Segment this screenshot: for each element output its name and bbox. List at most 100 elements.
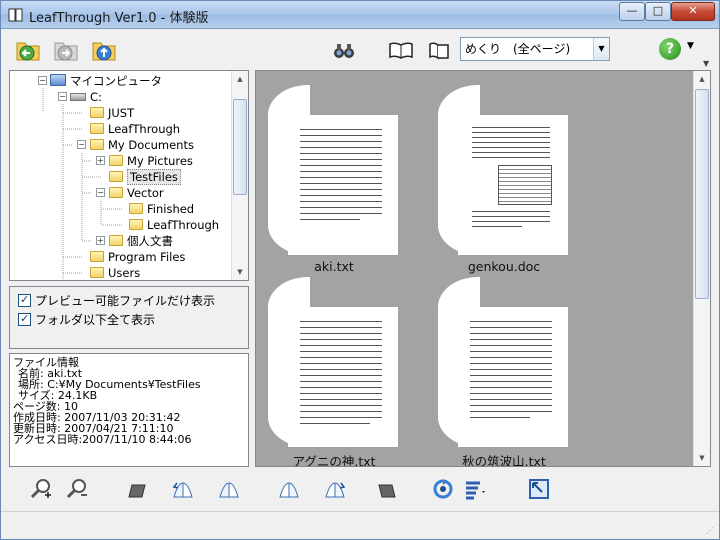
tree-expander[interactable]: − [96,188,105,197]
fit-window-icon[interactable] [527,477,551,501]
file-info-panel: ファイル情報 名前: aki.txt 場所: C:¥My Documents¥T… [9,353,249,467]
window-title: LeafThrough Ver1.0 - 体験版 [29,11,209,26]
tree-expander[interactable]: − [58,92,67,101]
scroll-up-icon[interactable]: ▲ [694,71,710,87]
tree-item-my-computer[interactable]: マイコンピュータ [50,73,162,89]
scrollbar-thumb[interactable] [695,89,709,299]
checkbox-checked-icon[interactable] [18,311,31,327]
thumbnail-label: aki.txt [314,259,354,274]
help-icon[interactable]: ? [659,38,681,60]
tree-item-just[interactable]: JUST [90,105,134,121]
tree-item-program-files[interactable]: Program Files [90,249,185,265]
folder-icon [109,235,123,246]
thumbnail-label: genkou.doc [467,259,541,274]
tree-item-label: TestFiles [127,169,181,185]
tree-item-label: My Documents [108,138,194,152]
last-page-icon[interactable] [375,477,399,501]
tree-item-vector[interactable]: Vector [109,185,164,201]
toolbar-overflow-icon[interactable]: ▼ [703,59,709,68]
tree-item-label: Users [108,266,141,280]
checkbox-label: プレビュー可能ファイルだけ表示 [35,294,216,308]
flip-forward-icon[interactable] [277,477,301,501]
open-book-icon[interactable] [388,37,414,63]
bottom-toolbar [9,469,711,509]
tree-item-label: Finished [147,202,195,216]
app-icon [8,8,23,22]
tree-expander[interactable]: − [77,140,86,149]
zoom-in-icon[interactable] [29,477,53,501]
resize-grip-icon[interactable]: ⋰ [706,526,716,536]
folder-icon [90,267,104,278]
title-bar[interactable]: LeafThrough Ver1.0 - 体験版 — □ ✕ [1,1,719,29]
tree-expander[interactable]: − [38,76,47,85]
app-window: LeafThrough Ver1.0 - 体験版 — □ ✕ めくり (全ページ… [0,0,720,540]
thumbnail-view[interactable]: aki.txt genkou.doc アグニの神.txt 秋の筑波山.txt ▲… [255,70,711,467]
folder-icon [129,219,143,230]
close-button[interactable]: ✕ [671,2,715,21]
folder-icon [109,155,123,166]
auto-flip-icon[interactable] [431,477,455,501]
thumbnail-aki[interactable] [268,85,398,255]
folder-icon [90,107,104,118]
minimize-button[interactable]: — [619,2,645,21]
document-page-icon [288,115,398,255]
thumbnail-label: 秋の筑波山.txt [462,454,546,467]
view-mode-select[interactable]: めくり (全ページ) ▼ [460,37,610,61]
file-info-accessed: アクセス日時:2007/11/10 8:44:06 [13,433,192,446]
folder-open-icon [109,171,123,182]
maximize-button[interactable]: □ [645,2,671,21]
tree-expander[interactable]: + [96,156,105,165]
forward-folder-icon[interactable] [53,37,79,63]
folder-tree[interactable]: − マイコンピュータ − C: JUST LeafThrough − My Do… [9,70,249,281]
tree-item-label: C: [90,90,102,104]
flip-forward-fast-icon[interactable] [323,477,347,501]
folder-icon [90,123,104,134]
tree-item-personal-docs[interactable]: 個人文書 [109,233,173,249]
page-list-icon[interactable] [463,477,487,501]
show-subfolders-checkbox[interactable]: フォルダ以下全て表示 [18,311,156,328]
tree-item-my-pictures[interactable]: My Pictures [109,153,193,169]
scroll-up-icon[interactable]: ▲ [232,71,248,87]
drive-icon [70,93,86,101]
view-mode-value: めくり (全ページ) [465,42,571,56]
thumbnail-scrollbar[interactable]: ▲ ▼ [693,71,710,466]
filter-options: プレビュー可能ファイルだけ表示 フォルダ以下全て表示 [9,286,249,349]
tree-item-finished[interactable]: Finished [129,201,194,217]
tree-scrollbar[interactable]: ▲ ▼ [231,71,248,280]
scroll-down-icon[interactable]: ▼ [232,264,248,280]
first-page-icon[interactable] [125,477,149,501]
thumbnail-genkou[interactable] [438,85,568,255]
help-menu-arrow-icon[interactable]: ▼ [687,41,694,51]
tree-item-c-drive[interactable]: C: [70,89,102,105]
tree-expander[interactable]: + [96,236,105,245]
checkbox-label: フォルダ以下全て表示 [35,313,156,327]
scroll-down-icon[interactable]: ▼ [694,450,710,466]
single-page-book-icon[interactable] [426,37,452,63]
folder-icon [90,251,104,262]
tree-item-testfiles[interactable]: TestFiles [109,169,181,185]
folder-icon [129,203,143,214]
tree-item-label: JUST [108,106,135,120]
up-folder-icon[interactable] [91,37,117,63]
chevron-down-icon[interactable]: ▼ [593,38,609,60]
tree-item-label: Vector [127,186,164,200]
tree-item-leafthrough-sub[interactable]: LeafThrough [129,217,219,233]
tree-item-my-documents[interactable]: My Documents [90,137,194,153]
scrollbar-thumb[interactable] [233,99,247,195]
thumbnail-tsukuba[interactable] [438,277,568,447]
thumbnail-agni[interactable] [268,277,398,447]
zoom-out-icon[interactable] [65,477,89,501]
flip-back-icon[interactable] [217,477,241,501]
binoculars-icon[interactable] [331,37,357,63]
flip-back-fast-icon[interactable] [171,477,195,501]
back-folder-icon[interactable] [15,37,41,63]
checkbox-checked-icon[interactable] [18,292,31,308]
folder-icon [90,139,104,150]
status-bar: ⋰ [1,511,719,539]
tree-item-label: Program Files [108,250,186,264]
table-figure [498,165,552,205]
preview-only-checkbox[interactable]: プレビュー可能ファイルだけ表示 [18,292,216,309]
tree-item-label: My Pictures [127,154,193,168]
tree-item-users[interactable]: Users [90,265,141,280]
tree-item-leafthrough[interactable]: LeafThrough [90,121,180,137]
